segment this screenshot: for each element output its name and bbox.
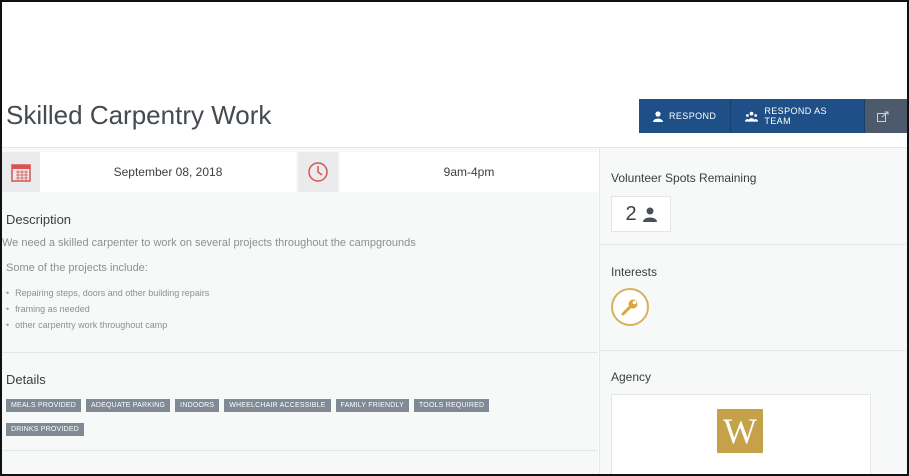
section-divider [2,352,598,353]
list-item: other carpentry work throughout camp [6,317,209,333]
tag-adequate-parking: ADEQUATE PARKING [86,399,171,412]
calendar-icon [2,152,40,192]
respond-button[interactable]: RESPOND [639,99,732,133]
action-buttons: RESPOND RESPOND AS TEAM [639,99,907,133]
sidebar-divider [600,244,907,245]
agency-heading: Agency [611,370,652,384]
detail-tags: MEALS PROVIDED ADEQUATE PARKING INDOORS WHE… [6,394,546,442]
page-frame: Skilled Carpentry Work RESPOND RESPOND A… [0,0,909,476]
spots-heading: Volunteer Spots Remaining [611,171,757,185]
tag-wheelchair-accessible: WHEELCHAIR ACCESSIBLE [224,399,331,412]
project-list: Repairing steps, doors and other buildin… [2,285,209,333]
person-icon [642,207,657,222]
date-time-bar: September 08, 2018 9am-4pm [2,152,598,192]
respond-as-team-button[interactable]: RESPOND AS TEAM [731,99,865,133]
list-item: Repairing steps, doors and other buildin… [6,285,209,301]
team-icon [745,111,759,122]
tag-drinks-provided: DRINKS PROVIDED [6,423,84,436]
main-content: September 08, 2018 9am-4pm Description W… [2,148,598,474]
event-time: 9am-4pm [340,152,598,192]
tag-tools-required: TOOLS REQUIRED [413,399,490,412]
interests-heading: Interests [611,265,658,279]
share-button[interactable] [865,99,907,133]
agency-card[interactable]: W [611,394,871,474]
description-intro: Some of the projects include: [6,262,148,274]
spots-count: 2 [625,202,637,225]
page-title: Skilled Carpentry Work [6,100,272,130]
clock-icon [298,152,338,192]
description-heading: Description [6,212,72,227]
wrench-icon[interactable] [611,288,649,326]
tag-family-friendly: FAMILY FRIENDLY [335,399,409,412]
list-item: framing as needed [6,301,209,317]
sidebar-divider [600,350,907,351]
spots-remaining: 2 [611,196,671,232]
section-divider [2,450,598,451]
tag-indoors: INDOORS [175,399,220,412]
details-heading: Details [6,372,46,387]
sidebar: Volunteer Spots Remaining 2 Interests Ag… [599,148,907,474]
event-date: September 08, 2018 [40,152,296,192]
agency-logo: W [717,409,763,453]
share-icon [877,111,889,122]
description-summary: We need a skilled carpenter to work on s… [2,237,416,249]
respond-label: RESPOND [669,111,717,121]
tag-meals-provided: MEALS PROVIDED [6,399,82,412]
respond-as-team-label: RESPOND AS TEAM [764,106,827,126]
user-icon [653,110,663,122]
